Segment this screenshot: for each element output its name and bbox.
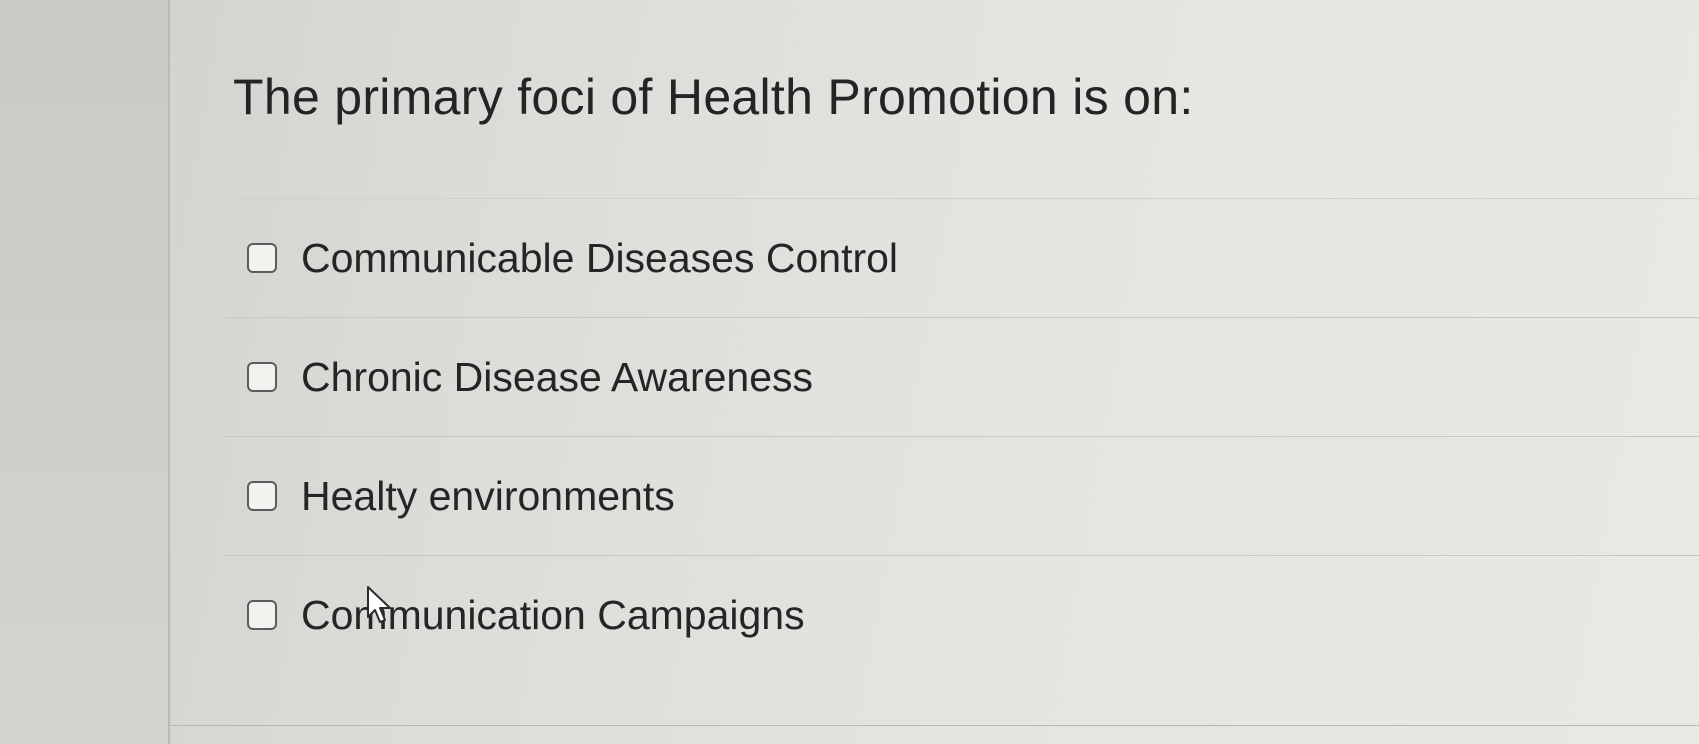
checkbox-icon[interactable] [247,481,277,511]
checkbox-icon[interactable] [247,600,277,630]
choice-option-2[interactable]: Chronic Disease Awareness [225,317,1699,436]
choice-label[interactable]: Healty environments [301,473,675,520]
question-text: The primary foci of Health Promotion is … [233,69,1194,125]
bottom-divider [168,725,1699,726]
question-panel: The primary foci of Health Promotion is … [168,0,1699,744]
choice-label[interactable]: Chronic Disease Awareness [301,354,813,401]
choice-option-4[interactable]: Communication Campaigns [225,555,1699,674]
choice-option-1[interactable]: Communicable Diseases Control [225,198,1699,317]
checkbox-icon[interactable] [247,362,277,392]
choice-label[interactable]: Communicable Diseases Control [301,235,898,282]
left-gutter [0,0,168,744]
checkbox-icon[interactable] [247,243,277,273]
mouse-pointer-icon [367,586,391,623]
answer-choices: Communicable Diseases Control Chronic Di… [225,198,1699,674]
choice-option-3[interactable]: Healty environments [225,436,1699,555]
